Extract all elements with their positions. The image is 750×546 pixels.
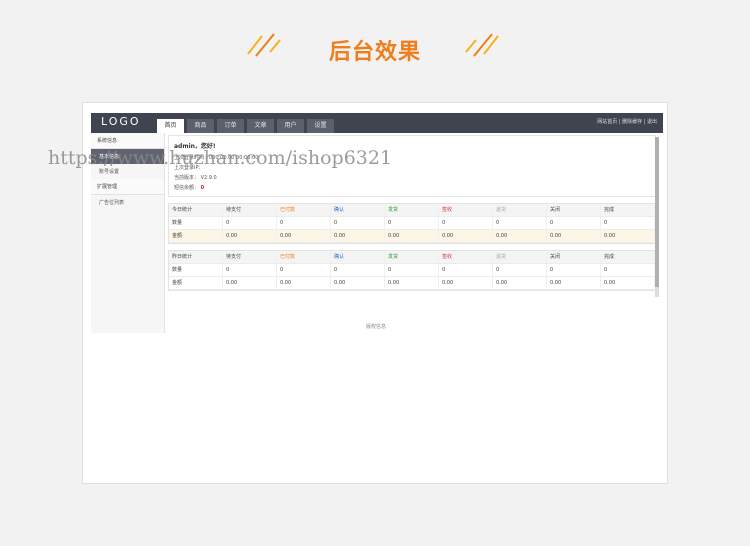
header-cell: 待支付 — [223, 204, 277, 216]
admin-footer: 版权信息 — [365, 324, 386, 330]
table-cell: 0.00 — [547, 230, 601, 242]
table-cell: 0.00 — [277, 277, 331, 289]
top-links[interactable]: 网站首页 | 删除缓存 | 退出 — [597, 118, 657, 125]
table-cell: 0 — [493, 217, 547, 229]
header-cell: 今日统计 — [169, 204, 223, 216]
table-cell: 0 — [439, 217, 493, 229]
table-cell: 数量 — [169, 217, 223, 229]
header-cell: 确认 — [331, 204, 385, 216]
table-row: 数量 0 0 0 0 0 0 0 0 — [169, 217, 655, 230]
table-cell: 0 — [277, 217, 331, 229]
table-cell: 0.00 — [439, 230, 493, 242]
table-cell: 0 — [223, 217, 277, 229]
admin-nav: 首页 商品 订单 文章 用户 设置 — [157, 119, 337, 133]
table-cell: 0.00 — [385, 277, 439, 289]
table-cell: 0.00 — [547, 277, 601, 289]
table-cell: 0 — [547, 217, 601, 229]
header-cell: 已付款 — [277, 204, 331, 216]
header-cell: 签收 — [439, 204, 493, 216]
header-cell: 退货 — [493, 204, 547, 216]
table-cell: 0.00 — [439, 277, 493, 289]
table-cell: 0.00 — [493, 277, 547, 289]
header-cell: 昨日统计 — [169, 251, 223, 263]
table-cell: 0 — [331, 217, 385, 229]
header-cell: 完成 — [601, 251, 655, 263]
table-cell: 0 — [601, 217, 655, 229]
scrollbar-thumb[interactable] — [655, 137, 659, 287]
nav-tab-goods[interactable]: 商品 — [187, 119, 214, 133]
table-cell: 0.00 — [385, 230, 439, 242]
stats-yesterday-table: 昨日统计 待支付 已付款 确认 发货 签收 退货 关闭 完成 数量 0 0 0 … — [168, 250, 656, 291]
header-cell: 关闭 — [547, 251, 601, 263]
table-cell: 0.00 — [223, 230, 277, 242]
sidebar-item-ads[interactable]: 广告位列表 — [91, 195, 164, 210]
nav-tab-articles[interactable]: 文章 — [247, 119, 274, 133]
promo-page: 后台效果 LOGO 首页 商品 订单 文章 用户 设置 网站首页 | 删除缓存 … — [0, 0, 750, 546]
table-cell: 0.00 — [601, 277, 655, 289]
table-cell: 0.00 — [331, 277, 385, 289]
header-cell: 签收 — [439, 251, 493, 263]
slash-decoration-right — [465, 33, 499, 57]
main-scrollbar[interactable] — [655, 137, 659, 297]
header-cell: 退货 — [493, 251, 547, 263]
table-header: 昨日统计 待支付 已付款 确认 发货 签收 退货 关闭 完成 — [169, 251, 655, 264]
nav-tab-users[interactable]: 用户 — [277, 119, 304, 133]
admin-topbar: LOGO 首页 商品 订单 文章 用户 设置 网站首页 | 删除缓存 | 退出 — [91, 113, 663, 133]
table-cell: 0 — [385, 264, 439, 276]
stats-today-table: 今日统计 待支付 已付款 确认 发货 签收 退货 关闭 完成 数量 0 0 0 … — [168, 203, 656, 244]
nav-tab-home[interactable]: 首页 — [157, 119, 184, 133]
table-cell: 金额 — [169, 277, 223, 289]
header-cell: 已付款 — [277, 251, 331, 263]
sidebar-group-extensions[interactable]: 扩展管理 — [91, 179, 164, 195]
table-cell: 0 — [385, 217, 439, 229]
table-cell: 0 — [223, 264, 277, 276]
table-cell: 0 — [439, 264, 493, 276]
table-cell: 0.00 — [601, 230, 655, 242]
table-cell: 0.00 — [493, 230, 547, 242]
sms-balance-value: 0 — [200, 185, 205, 191]
promo-heading: 后台效果 — [0, 34, 750, 66]
table-cell: 0 — [601, 264, 655, 276]
sms-balance: 短信余额： 0 — [174, 184, 650, 191]
sms-balance-label: 短信余额： — [174, 185, 200, 191]
table-cell: 0 — [547, 264, 601, 276]
table-row: 数量 0 0 0 0 0 0 0 0 — [169, 264, 655, 277]
heading-title: 后台效果 — [328, 40, 421, 65]
table-row: 金额 0.00 0.00 0.00 0.00 0.00 0.00 0.00 0.… — [169, 230, 655, 243]
table-cell: 0 — [331, 264, 385, 276]
table-row: 金额 0.00 0.00 0.00 0.00 0.00 0.00 0.00 0.… — [169, 277, 655, 290]
header-cell: 发货 — [385, 251, 439, 263]
header-cell: 完成 — [601, 204, 655, 216]
admin-logo: LOGO — [101, 115, 141, 128]
nav-tab-settings[interactable]: 设置 — [307, 119, 334, 133]
url-watermark: https://www.huzhan.com/ishop6321 — [48, 147, 393, 169]
nav-tab-orders[interactable]: 订单 — [217, 119, 244, 133]
header-cell: 发货 — [385, 204, 439, 216]
table-cell: 0 — [277, 264, 331, 276]
header-cell: 待支付 — [223, 251, 277, 263]
table-cell: 0.00 — [277, 230, 331, 242]
table-cell: 金额 — [169, 230, 223, 242]
header-cell: 确认 — [331, 251, 385, 263]
header-cell: 关闭 — [547, 204, 601, 216]
table-cell: 0 — [493, 264, 547, 276]
table-cell: 数量 — [169, 264, 223, 276]
table-cell: 0.00 — [331, 230, 385, 242]
table-cell: 0.00 — [223, 277, 277, 289]
version-info: 当前版本： V2.9.0 — [174, 175, 217, 181]
table-header: 今日统计 待支付 已付款 确认 发货 签收 退货 关闭 完成 — [169, 204, 655, 217]
